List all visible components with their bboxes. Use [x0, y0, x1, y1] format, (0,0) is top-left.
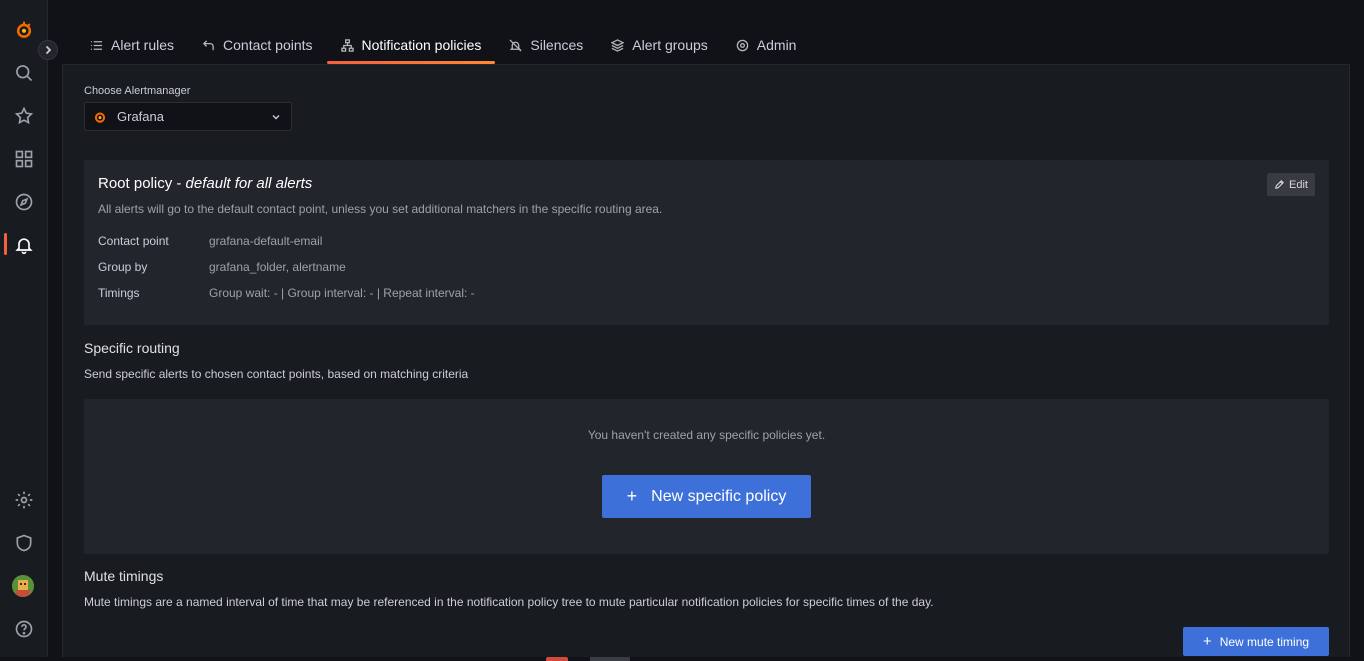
tab-label: Alert rules: [111, 37, 175, 53]
root-policy-title: Root policy - default for all alerts: [98, 175, 312, 192]
tab-admin[interactable]: Admin: [722, 28, 811, 62]
new-mute-timing-label: New mute timing: [1219, 634, 1310, 649]
bottom-marker-grey: [590, 657, 630, 661]
sitemap-icon: [340, 38, 354, 52]
new-specific-policy-label: New specific policy: [651, 487, 787, 505]
explore-compass-icon[interactable]: [12, 190, 36, 214]
help-icon[interactable]: [12, 617, 36, 641]
star-icon[interactable]: [12, 104, 36, 128]
root-policy-title-text: Root policy -: [98, 175, 186, 192]
tab-bar: Alert rules Contact points Notification …: [62, 28, 810, 64]
contact-point-row: Contact point grafana-default-email: [98, 234, 322, 248]
pen-icon: [1275, 180, 1284, 189]
new-specific-policy-button[interactable]: + New specific policy: [602, 475, 811, 518]
tab-label: Silences: [530, 37, 584, 53]
edit-label: Edit: [1289, 178, 1308, 191]
gear-icon[interactable]: [12, 488, 36, 512]
timings-key: Timings: [98, 286, 140, 300]
group-by-row: Group by grafana_folder, alertname: [98, 260, 346, 274]
cog-icon: [736, 39, 749, 51]
empty-state-text: You haven't created any specific policie…: [587, 428, 826, 442]
tab-silences[interactable]: Silences: [495, 28, 597, 62]
bottom-strip: [0, 657, 1364, 661]
grafana-logo-icon[interactable]: [12, 18, 36, 42]
group-by-value: grafana_folder, alertname: [209, 260, 346, 274]
avatar[interactable]: [12, 575, 34, 597]
contact-point-key: Contact point: [98, 234, 169, 248]
grafana-logo-icon: [94, 111, 106, 123]
specific-routing-title: Specific routing: [84, 340, 180, 356]
dashboards-icon[interactable]: [12, 147, 36, 171]
group-by-key: Group by: [98, 260, 148, 274]
plus-icon: +: [1202, 633, 1212, 650]
timings-value: Group wait: - | Group interval: - | Repe…: [209, 286, 475, 300]
specific-policies-empty-state: You haven't created any specific policie…: [84, 399, 1329, 554]
mute-timings-title: Mute timings: [84, 568, 164, 584]
edit-root-policy-button[interactable]: Edit: [1267, 173, 1315, 196]
search-icon[interactable]: [12, 61, 36, 85]
root-policy-description: All alerts will go to the default contac…: [98, 202, 663, 216]
mute-timings-description: Mute timings are a named interval of tim…: [84, 595, 934, 609]
bell-slash-icon: [509, 38, 522, 52]
tab-notification-policies[interactable]: Notification policies: [326, 28, 496, 64]
tab-alert-rules[interactable]: Alert rules: [62, 28, 188, 62]
tab-contact-points[interactable]: Contact points: [188, 28, 327, 62]
layers-icon: [611, 38, 625, 52]
active-indicator: [4, 233, 7, 255]
alertmanager-selected-value: Grafana: [117, 109, 164, 124]
plus-icon: +: [626, 486, 638, 506]
main-panel: [62, 64, 1350, 661]
list-icon: [90, 40, 103, 50]
root-policy-card: Root policy - default for all alerts All…: [84, 160, 1329, 325]
contact-point-value: grafana-default-email: [209, 234, 323, 248]
contact-icon: [202, 39, 214, 50]
tab-label: Notification policies: [361, 37, 482, 53]
root-policy-title-emphasis: default for all alerts: [185, 175, 313, 192]
alertmanager-label: Choose Alertmanager: [84, 85, 191, 97]
chevron-down-icon: [272, 115, 280, 120]
shield-icon[interactable]: [12, 531, 36, 555]
sidebar: [0, 0, 48, 661]
tab-label: Admin: [756, 37, 797, 53]
expand-sidebar-button[interactable]: [38, 40, 58, 60]
timings-row: Timings Group wait: - | Group interval: -…: [98, 286, 475, 300]
alerting-bell-icon[interactable]: [12, 233, 36, 257]
new-mute-timing-button[interactable]: + New mute timing: [1183, 627, 1329, 656]
tab-label: Alert groups: [632, 37, 708, 53]
tab-label: Contact points: [223, 37, 313, 53]
tab-alert-groups[interactable]: Alert groups: [597, 28, 721, 62]
specific-routing-description: Send specific alerts to chosen contact p…: [84, 367, 469, 381]
alertmanager-select[interactable]: Grafana: [84, 102, 292, 131]
bottom-marker-red: [546, 657, 568, 661]
